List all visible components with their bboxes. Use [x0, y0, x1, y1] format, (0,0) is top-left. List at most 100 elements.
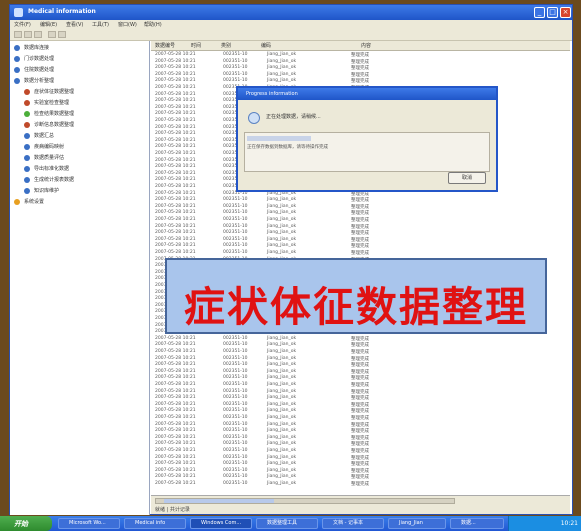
table-row[interactable]: 2007-05-28 10:21 002351-10 Jiang_Jian_ok 整理… [151, 237, 570, 243]
tree-node-lab[interactable]: 实验室检查整理 [24, 99, 69, 107]
start-button[interactable]: 开始 [0, 516, 52, 531]
table-row[interactable]: 2007-05-28 10:21 002351-10 Jiang_Jian_ok 整理… [151, 336, 570, 342]
table-row[interactable]: 2007-05-28 10:21 002351-10 Jiang_Jian_ok 整理… [151, 204, 570, 210]
tree-node-knowledge[interactable]: 知识库维护 [24, 187, 59, 195]
table-cell: 整理完成 [351, 72, 369, 78]
close-button[interactable]: × [560, 7, 571, 18]
gear-icon [24, 99, 30, 106]
table-row[interactable]: 2007-05-28 10:21 002351-10 Jiang_Jian_ok 整理… [151, 65, 570, 71]
table-row[interactable]: 2007-05-28 10:21 002351-10 Jiang_Jian_ok 整理… [151, 250, 570, 256]
table-row[interactable]: 2007-05-28 10:21 002351-10 Jiang_Jian_ok 整理… [151, 389, 570, 395]
column-header-code[interactable]: 编码 [261, 42, 271, 49]
menu-tools[interactable]: 工具(T) [92, 21, 109, 28]
table-cell: 002351-10 [223, 236, 248, 242]
table-row[interactable]: 2007-05-28 10:21 002351-10 Jiang_Jian_ok 整理… [151, 422, 570, 428]
taskbar-item-6[interactable]: Jiang_Jian [388, 518, 446, 529]
table-cell: 2007-05-28 10:21 [155, 203, 196, 209]
tree-node-quality[interactable]: 数据质量评估 [24, 154, 64, 162]
table-cell: 2007-05-28 10:21 [155, 230, 196, 236]
table-row[interactable]: 2007-05-28 10:21 002351-10 Jiang_Jian_ok 整理… [151, 402, 570, 408]
table-row[interactable]: 2007-05-28 10:21 002351-10 Jiang_Jian_ok 整理… [151, 230, 570, 236]
table-row[interactable]: 2007-05-28 10:21 002351-10 Jiang_Jian_ok 整理… [151, 481, 570, 487]
table-row[interactable]: 2007-05-28 10:21 002351-10 Jiang_Jian_ok 整理… [151, 408, 570, 414]
table-row[interactable]: 2007-05-28 10:21 002351-10 Jiang_Jian_ok 整理… [151, 243, 570, 249]
tree-node-outpatient[interactable]: 门诊数据处理 [14, 55, 54, 63]
table-row[interactable]: 2007-05-28 10:21 002351-10 Jiang_Jian_ok 整理… [151, 217, 570, 223]
export-icon [24, 165, 30, 172]
scroll-thumb[interactable] [164, 499, 274, 503]
taskbar-item-4[interactable]: 数据整理工具 [256, 518, 318, 529]
table-row[interactable]: 2007-05-28 10:21 002351-10 Jiang_Jian_ok 整理… [151, 342, 570, 348]
new-icon[interactable] [14, 31, 22, 38]
table-row[interactable]: 2007-05-28 10:21 002351-10 Jiang_Jian_ok 整理… [151, 375, 570, 381]
taskbar-item-2[interactable]: Medical info [124, 518, 186, 529]
column-header-id[interactable]: 数据编号 [155, 42, 175, 49]
tree-node-summary[interactable]: 数据汇总 [24, 132, 54, 140]
tree-node-diagnosis[interactable]: 诊断信息数据整理 [24, 121, 74, 129]
tree-node-report[interactable]: 生成统计报表数据 [24, 176, 74, 184]
maximize-button[interactable]: □ [547, 7, 558, 18]
tree-node-exam[interactable]: 检查结果数据整理 [24, 110, 74, 118]
minimize-button[interactable]: _ [534, 7, 545, 18]
banner-text: 症状体征数据整理 [184, 283, 528, 331]
filter-icon[interactable] [58, 31, 66, 38]
table-cell: 2007-05-28 10:21 [155, 415, 196, 420]
table-row[interactable]: 2007-05-28 10:21 002351-10 Jiang_Jian_ok 整理… [151, 468, 570, 474]
table-cell: 整理完成 [351, 231, 369, 237]
open-icon[interactable] [24, 31, 32, 38]
table-row[interactable]: 2007-05-28 10:21 002351-10 Jiang_Jian_ok 整理… [151, 78, 570, 84]
table-row[interactable]: 2007-05-28 10:21 002351-10 Jiang_Jian_ok 整理… [151, 349, 570, 355]
menu-help[interactable]: 帮助(H) [144, 21, 162, 28]
table-row[interactable]: 2007-05-28 10:21 002351-10 Jiang_Jian_ok 整理… [151, 210, 570, 216]
table-row[interactable]: 2007-05-28 10:21 002351-10 Jiang_Jian_ok 整理… [151, 428, 570, 434]
menu-view[interactable]: 查看(V) [66, 21, 83, 28]
table-row[interactable]: 2007-05-28 10:21 002351-10 Jiang_Jian_ok 整理… [151, 72, 570, 78]
tree-node-symptoms[interactable]: 症状体征数据整理 [24, 88, 74, 96]
refresh-icon[interactable] [48, 31, 56, 38]
table-row[interactable]: 2007-05-28 10:21 002351-10 Jiang_Jian_ok 整理… [151, 441, 570, 447]
check-icon [24, 110, 30, 117]
menu-file[interactable]: 文件(F) [14, 21, 31, 28]
tree-node-inpatient[interactable]: 住院数据处理 [14, 66, 54, 74]
table-row[interactable]: 2007-05-28 10:21 002351-10 Jiang_Jian_ok 整理… [151, 224, 570, 230]
table-row[interactable]: 2007-05-28 10:21 002351-10 Jiang_Jian_ok 整理… [151, 455, 570, 461]
table-row[interactable]: 2007-05-28 10:21 002351-10 Jiang_Jian_ok 整理… [151, 59, 570, 65]
tree-node-settings[interactable]: 系统设置 [14, 198, 44, 206]
tree-node-analysis[interactable]: 数据分析整理 [14, 77, 54, 85]
taskbar-item-3[interactable]: Windows Com... [190, 518, 252, 529]
table-row[interactable]: 2007-05-28 10:21 002351-10 Jiang_Jian_ok 整理… [151, 435, 570, 441]
table-cell: Jiang_Jian_ok [267, 349, 297, 354]
taskbar-item-7[interactable]: 数据... [450, 518, 504, 529]
column-header-time[interactable]: 时间 [191, 42, 201, 49]
menu-edit[interactable]: 编辑(E) [40, 21, 57, 28]
table-row[interactable]: 2007-05-28 10:21 002351-10 Jiang_Jian_ok 整理… [151, 362, 570, 368]
folder-icon [14, 55, 20, 62]
tree-node-coding[interactable]: 疾病编码映射 [24, 143, 64, 151]
table-row[interactable]: 2007-05-28 10:21 002351-10 Jiang_Jian_ok 整理… [151, 461, 570, 467]
table-row[interactable]: 2007-05-28 10:21 002351-10 Jiang_Jian_ok 整理… [151, 52, 570, 58]
cancel-button[interactable]: 取消 [448, 172, 486, 184]
horizontal-scrollbar[interactable] [155, 498, 455, 504]
folder-icon [14, 198, 20, 205]
table-row[interactable]: 2007-05-28 10:21 002351-10 Jiang_Jian_ok 整理… [151, 197, 570, 203]
table-cell: Jiang_Jian_ok [267, 230, 297, 236]
column-header-content[interactable]: 内容 [361, 42, 371, 49]
menu-window[interactable]: 窗口(W) [118, 21, 137, 28]
taskbar-item-5[interactable]: 文档 - 记事本 [322, 518, 384, 529]
table-cell: Jiang_Jian_ok [267, 362, 297, 368]
table-row[interactable]: 2007-05-28 10:21 002351-10 Jiang_Jian_ok 整理… [151, 474, 570, 480]
tree-node-db-connect[interactable]: 数据库连接 [14, 44, 49, 52]
table-row[interactable]: 2007-05-28 10:21 002351-10 Jiang_Jian_ok 整理… [151, 448, 570, 454]
column-header-category[interactable]: 类别 [221, 42, 231, 49]
table-row[interactable]: 2007-05-28 10:21 002351-10 Jiang_Jian_ok 整理… [151, 382, 570, 388]
table-cell: 整理完成 [351, 376, 369, 382]
table-row[interactable]: 2007-05-28 10:21 002351-10 Jiang_Jian_ok 整理… [151, 395, 570, 401]
table-cell: 整理完成 [351, 204, 369, 210]
save-icon[interactable] [34, 31, 42, 38]
tree-node-export[interactable]: 导出标准化数据 [24, 165, 69, 173]
table-cell: 002351-10 [223, 342, 248, 348]
table-row[interactable]: 2007-05-28 10:21 002351-10 Jiang_Jian_ok 整理… [151, 415, 570, 421]
table-row[interactable]: 2007-05-28 10:21 002351-10 Jiang_Jian_ok 整理… [151, 356, 570, 362]
table-row[interactable]: 2007-05-28 10:21 002351-10 Jiang_Jian_ok 整理… [151, 369, 570, 375]
taskbar-item-1[interactable]: Microsoft Wo... [58, 518, 120, 529]
